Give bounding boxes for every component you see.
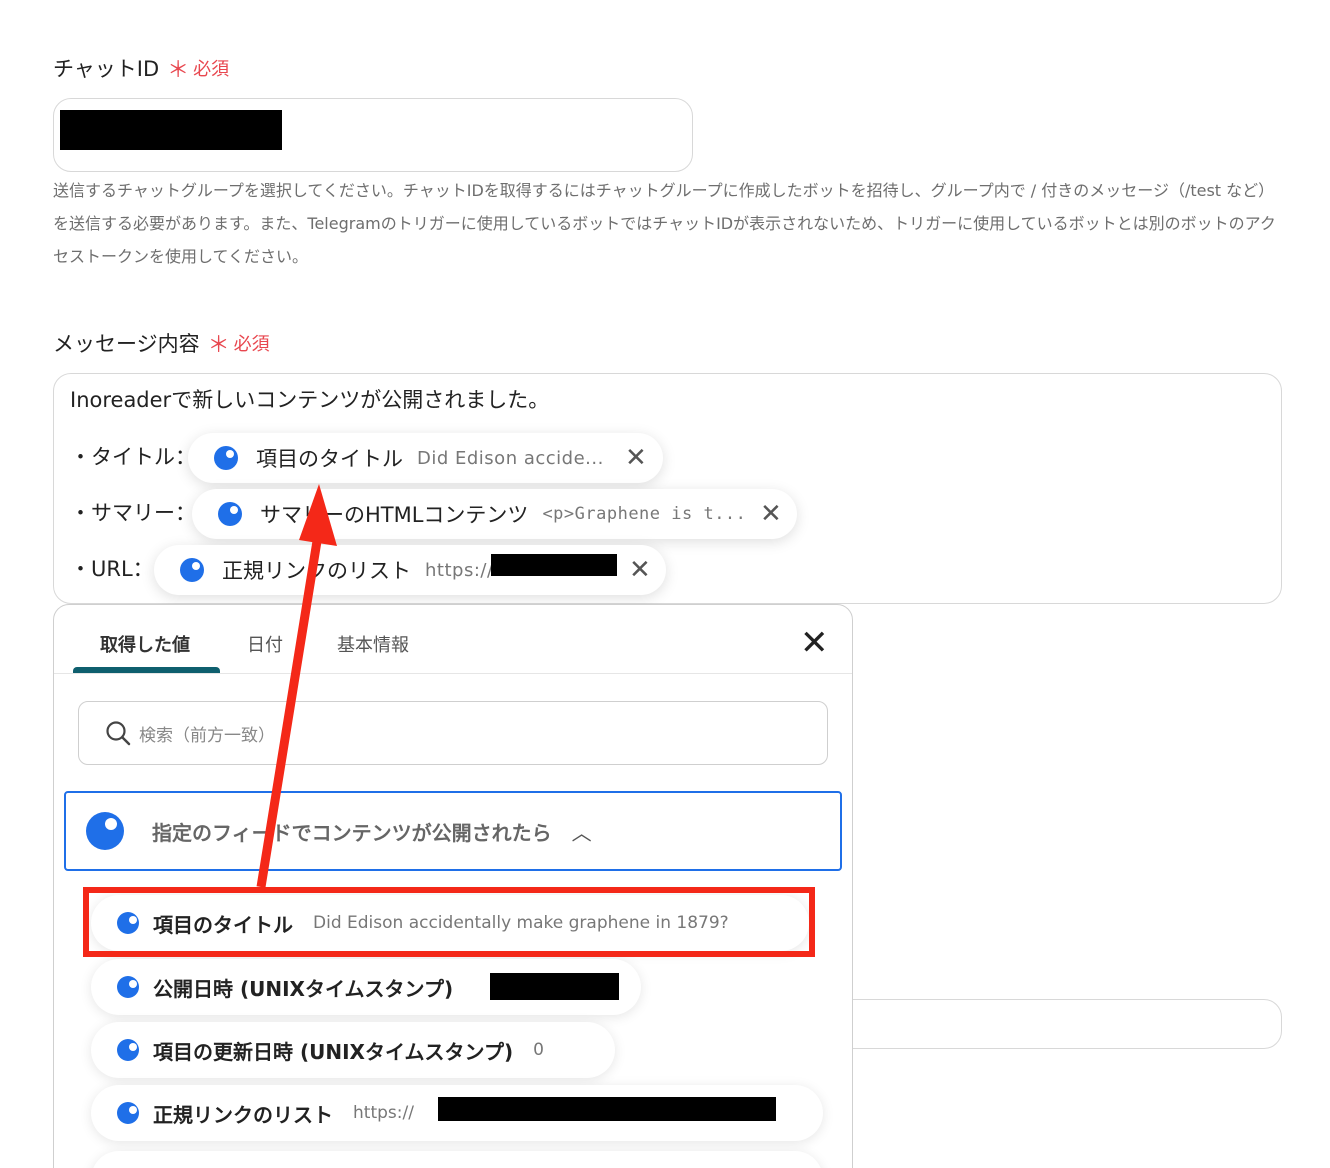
variable-chip-title[interactable]: 項目のタイトル Did Edison accide... ✕ (188, 433, 663, 483)
variable-icon (218, 502, 242, 526)
value-picker-panel: 取得した値 日付 基本情報 ✕ 検索（前方一致） 指定のフィードでコンテンツが公… (53, 604, 853, 1168)
message-label: メッセージ内容 ＊ 必須 (53, 327, 270, 359)
tabs-divider (54, 673, 852, 674)
close-icon[interactable]: ✕ (629, 557, 651, 583)
chip-value: <p>Graphene is t... (542, 504, 747, 524)
redacted-value (490, 973, 619, 1000)
next-field-input[interactable] (830, 999, 1282, 1049)
tab-basic-info[interactable]: 基本情報 (337, 631, 409, 657)
redacted-value (438, 1097, 776, 1121)
chip-name: 正規リンクのリスト (222, 559, 411, 583)
variable-icon (117, 976, 139, 998)
message-row-label: ・タイトル： (70, 445, 196, 469)
tab-acquired-values[interactable]: 取得した値 (100, 631, 190, 657)
variable-icon (117, 1102, 139, 1124)
variable-icon (180, 558, 204, 582)
item-name: 公開日時 (UNIXタイムスタンプ) (153, 976, 454, 1001)
chip-value: Did Edison accide... (417, 447, 604, 469)
chevron-up-icon: ︿ (571, 820, 592, 845)
chat-id-help-text: 送信するチャットグループを選択してください。チャットIDを取得するにはチャットグ… (53, 181, 1276, 266)
variable-chip-summary[interactable]: サマリーのHTMLコンテンツ <p>Graphene is t... ✕ (192, 489, 797, 539)
search-icon (106, 721, 131, 746)
required-text: 必須 (233, 334, 270, 355)
message-row-label: ・サマリー： (70, 501, 196, 525)
variable-icon (117, 1039, 139, 1061)
close-icon[interactable]: ✕ (760, 501, 782, 527)
highlight-box (83, 887, 815, 957)
chat-id-label-text: チャットID (53, 57, 160, 81)
message-row-label: ・URL： (70, 557, 154, 581)
variable-icon (214, 446, 238, 470)
item-value: 0 (533, 1040, 544, 1060)
group-title: 指定のフィードでコンテンツが公開されたら (152, 820, 552, 845)
chip-name: 項目のタイトル (256, 447, 403, 471)
item-name: 正規リンクのリスト (153, 1102, 333, 1127)
chat-id-label: チャットID ＊ 必須 (53, 52, 229, 84)
value-item-updated[interactable]: 項目の更新日時 (UNIXタイムスタンプ) 0 (91, 1022, 615, 1078)
redacted-url (491, 554, 617, 576)
trigger-icon (86, 812, 124, 850)
redacted-chat-id (60, 110, 282, 150)
chip-value: https:// (425, 559, 494, 581)
value-item-partial[interactable] (91, 1151, 823, 1168)
required-star: ＊ (207, 333, 230, 358)
chip-name: サマリーのHTMLコンテンツ (260, 503, 529, 527)
search-input[interactable]: 検索（前方一致） (78, 701, 828, 765)
required-text: 必須 (193, 59, 230, 80)
item-value: https:// (353, 1103, 414, 1123)
tab-date[interactable]: 日付 (247, 631, 283, 657)
close-icon[interactable]: ✕ (625, 445, 647, 471)
item-name: 項目の更新日時 (UNIXタイムスタンプ) (153, 1039, 514, 1064)
close-icon[interactable]: ✕ (800, 623, 829, 663)
required-star: ＊ (167, 58, 190, 83)
trigger-group-header[interactable]: 指定のフィードでコンテンツが公開されたら ︿ (64, 791, 842, 871)
message-label-text: メッセージ内容 (53, 332, 200, 356)
message-first-line: Inoreaderで新しいコンテンツが公開されました。 (70, 388, 550, 412)
search-placeholder: 検索（前方一致） (139, 725, 275, 746)
